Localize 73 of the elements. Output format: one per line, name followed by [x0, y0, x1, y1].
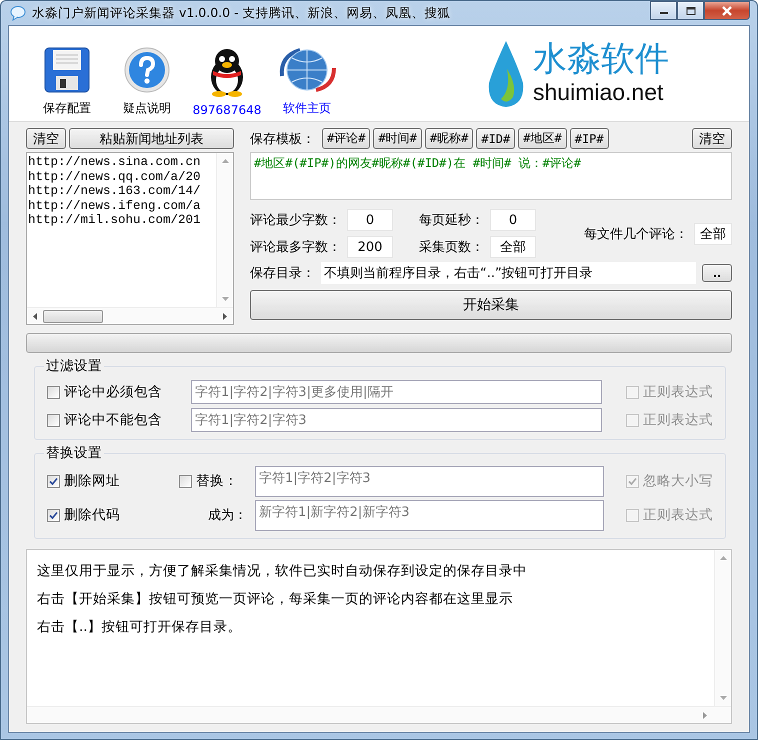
remove-code-checkbox[interactable]: 删除代码 — [47, 506, 171, 524]
vertical-scrollbar[interactable] — [714, 550, 731, 706]
scroll-left-icon[interactable] — [33, 312, 37, 320]
minimize-button[interactable] — [650, 1, 677, 20]
log-line: 右击【开始采集】按钮可预览一页评论，每采集一页的评论内容都在这里显示 — [37, 590, 514, 608]
group-title: 过滤设置 — [45, 357, 103, 375]
keyword-field[interactable]: 字符1|字符2|字符3|更多使用|隔开 — [191, 380, 602, 404]
pages-field[interactable]: 全部 — [490, 236, 536, 258]
scroll-down-icon[interactable] — [720, 696, 726, 700]
maximize-icon — [686, 6, 696, 14]
help-icon — [123, 46, 171, 94]
save-dir-field[interactable]: 不填则当前程序目录，右击“..”按钮可打开目录 — [321, 262, 696, 284]
pages-label: 采集页数： — [419, 239, 484, 256]
per-file-field[interactable]: 全部 — [694, 222, 732, 244]
tag-button[interactable]: #地区# — [518, 128, 567, 149]
toolbar-link[interactable]: 897687648 — [189, 30, 265, 116]
toolbar-button[interactable]: 保存配置 — [29, 30, 105, 116]
template-label: 保存模板： — [250, 130, 315, 148]
filter-checkbox[interactable]: 评论中必须包含 — [47, 383, 179, 401]
filter-checkbox[interactable]: 评论中不能包含 — [47, 411, 179, 429]
replacement-field[interactable]: 新字符1|新字符2|新字符3 — [255, 500, 604, 530]
scroll-down-icon[interactable] — [222, 297, 228, 301]
tag-button[interactable]: #IP# — [570, 128, 609, 149]
logo-name: 水淼软件 — [533, 41, 669, 79]
scroll-up-icon[interactable] — [720, 556, 726, 560]
group-title: 替换设置 — [45, 444, 103, 462]
maximize-button[interactable] — [677, 1, 704, 20]
url-line: http://news.qq.com/a/20 — [27, 170, 202, 184]
scroll-right-icon[interactable] — [223, 312, 227, 320]
log-line: 右击【..】按钮可打开保存目录。 — [37, 618, 243, 636]
find-field[interactable]: 字符1|字符2|字符3 — [255, 466, 604, 496]
close-button[interactable] — [704, 1, 750, 20]
logo-domain: shuimiao.net — [533, 78, 664, 106]
delay-label: 每页延秒： — [419, 212, 484, 229]
horizontal-scrollbar[interactable] — [27, 307, 233, 324]
url-line: http://news.163.com/14/ — [27, 184, 202, 198]
clear-button[interactable]: 清空 — [692, 128, 732, 149]
min-chars-field[interactable]: 0 — [347, 209, 393, 231]
url-line: http://mil.sohu.com/201 — [27, 213, 202, 228]
browse-button[interactable]: .. — [702, 264, 732, 282]
start-button[interactable]: 开始采集 — [250, 290, 732, 320]
window-title: 水淼门户新闻评论采集器 v1.0.0.0 - 支持腾讯、新浪、网易、凤凰、搜狐 — [32, 4, 451, 22]
save-dir-label: 保存目录： — [250, 265, 315, 282]
url-list[interactable]: http://news.sina.com.cn http://news.qq.com/a/20 http://news.163.com/14/ http://news.ifeng.com/a http://mil.sohu.com/201 — [26, 152, 234, 325]
url-line: http://news.sina.com.cn — [27, 155, 202, 170]
paste-urls-button[interactable]: 粘贴新闻地址列表 — [69, 128, 234, 149]
tag-button[interactable]: #ID# — [476, 128, 516, 149]
close-icon — [721, 6, 733, 16]
check-icon — [49, 476, 58, 486]
url-line: http://news.ifeng.com/a — [27, 198, 202, 213]
scroll-up-icon[interactable] — [222, 159, 228, 163]
vertical-scrollbar[interactable] — [216, 153, 233, 307]
min-chars-label: 评论最少字数： — [250, 212, 341, 229]
replace-checkbox[interactable]: 替换： — [179, 472, 238, 490]
toolbar-button[interactable]: 疑点说明 — [109, 30, 185, 116]
per-file-label: 每文件几个评论： — [584, 226, 688, 242]
tag-button[interactable]: #昵称# — [424, 128, 474, 149]
max-chars-field[interactable]: 200 — [347, 236, 393, 258]
clear-button[interactable]: 清空 — [26, 128, 66, 149]
log-line: 这里仅用于显示，方便了解采集情况，软件已实时自动保存到设定的保存目录中 — [37, 562, 528, 580]
remove-url-checkbox[interactable]: 删除网址 — [47, 472, 171, 490]
speech-bubble-icon — [10, 5, 26, 21]
keyword-field[interactable]: 字符1|字符2|字符3 — [191, 408, 602, 432]
tag-button[interactable]: #评论# — [322, 128, 370, 149]
check-icon — [49, 510, 58, 520]
template-field[interactable]: #地区#(#IP#)的网友#昵称#(#ID#)在 #时间# 说：#评论# — [250, 152, 732, 200]
max-chars-label: 评论最多字数： — [250, 239, 341, 256]
horizontal-scrollbar[interactable] — [27, 706, 731, 723]
tag-button[interactable]: #时间# — [373, 128, 422, 149]
check-icon — [628, 476, 637, 486]
delay-field[interactable]: 0 — [490, 209, 536, 231]
replace-with-label: 成为： — [208, 507, 247, 524]
toolbar-link[interactable]: 软件主页 — [269, 30, 345, 116]
